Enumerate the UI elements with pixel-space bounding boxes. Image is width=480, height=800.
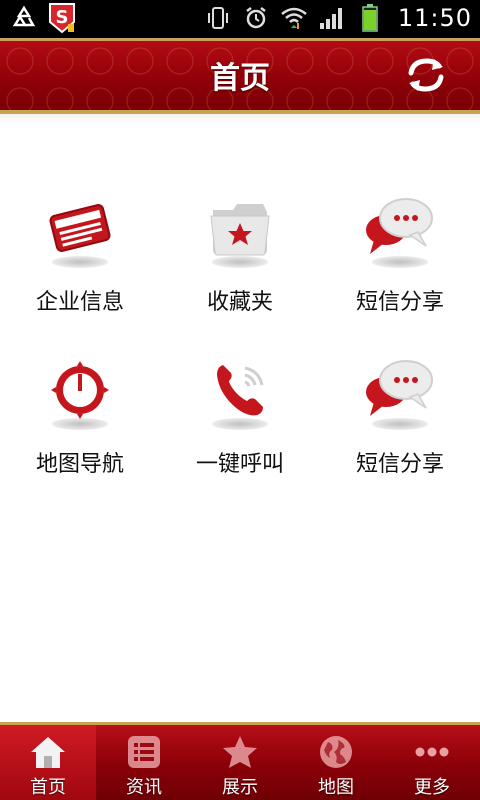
globe-icon (317, 733, 355, 771)
vibrate-icon (204, 4, 232, 32)
battery-icon (356, 4, 384, 32)
refresh-icon (403, 55, 449, 99)
folder-star-icon (207, 198, 273, 262)
more-icon (413, 733, 451, 771)
sms-icon (362, 358, 438, 426)
grid-item-label: 企业信息 (35, 290, 124, 315)
grid-item-sms-share[interactable]: 短信分享 (320, 352, 480, 514)
tab-label: 资讯 (126, 777, 162, 798)
app-s-icon: S (48, 3, 76, 34)
sms-icon (362, 196, 438, 264)
grid-item-sms-share[interactable]: 短信分享 (320, 190, 480, 352)
bottom-tab-bar: 首页 资讯 展示 地图 更多 (0, 722, 480, 800)
news-icon (125, 733, 163, 771)
grid-item-label: 一键呼叫 (195, 452, 284, 477)
tab-label: 展示 (222, 777, 258, 798)
feature-grid: 企业信息 收藏夹 短信分享 地图导航 一键呼叫 短信分享 (0, 190, 480, 514)
wifi-icon (280, 4, 308, 32)
tab-home[interactable]: 首页 (0, 725, 96, 800)
phone-icon (209, 359, 271, 425)
header-bar: 首页 (0, 38, 480, 114)
svg-text:S: S (56, 7, 69, 28)
tab-more[interactable]: 更多 (384, 725, 480, 800)
compass-icon (50, 360, 110, 424)
tab-showcase[interactable]: 展示 (192, 725, 288, 800)
card-icon (47, 198, 113, 262)
header-shadow (0, 114, 480, 124)
tab-label: 地图 (318, 777, 354, 798)
recycle-icon (10, 4, 38, 32)
signal-icon (318, 4, 346, 32)
tab-map[interactable]: 地图 (288, 725, 384, 800)
tab-label: 更多 (414, 777, 450, 798)
refresh-button[interactable] (400, 53, 452, 101)
tab-label: 首页 (30, 777, 66, 798)
grid-row: 地图导航 一键呼叫 短信分享 (0, 352, 480, 514)
status-clock: 11:50 (397, 4, 472, 32)
grid-item-label: 短信分享 (355, 452, 444, 477)
tab-news[interactable]: 资讯 (96, 725, 192, 800)
grid-item-one-click-call[interactable]: 一键呼叫 (160, 352, 320, 514)
star-icon (221, 733, 259, 771)
grid-item-label: 短信分享 (355, 290, 444, 315)
grid-item-favorites[interactable]: 收藏夹 (160, 190, 320, 352)
grid-item-label: 地图导航 (35, 452, 124, 477)
alarm-icon (242, 4, 270, 32)
home-icon (29, 733, 67, 771)
grid-item-label: 收藏夹 (206, 290, 273, 315)
grid-item-map-navigation[interactable]: 地图导航 (0, 352, 160, 514)
grid-item-company-info[interactable]: 企业信息 (0, 190, 160, 352)
grid-row: 企业信息 收藏夹 短信分享 (0, 190, 480, 352)
status-bar: S 11:50 (0, 0, 480, 38)
